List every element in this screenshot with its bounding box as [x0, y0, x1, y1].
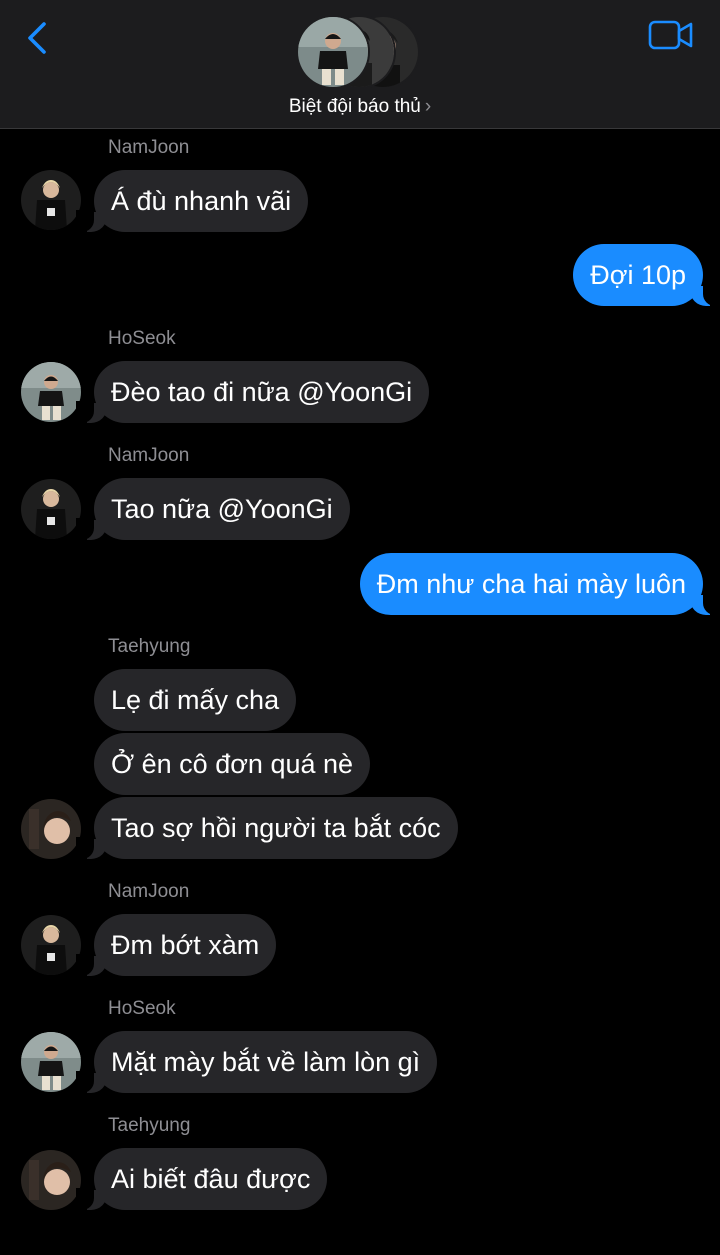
chevron-left-icon: [28, 22, 46, 54]
video-camera-icon: [648, 20, 693, 50]
message-bubble-incoming[interactable]: Tao sợ hồi người ta bắt cóc: [76, 797, 458, 859]
group-name-text: Biệt đội báo thủ: [288, 96, 421, 117]
sender-name: HoSeok: [108, 328, 176, 349]
avatar-taehyung: [21, 1150, 81, 1210]
message-bubble-incoming[interactable]: Ở ên cô đơn quá nè: [94, 733, 371, 795]
group-name[interactable]: Biệt đội báo thủ ›: [0, 96, 720, 118]
avatar-taehyung: [21, 799, 81, 859]
message-text: Ai biết đâu được: [111, 1164, 311, 1194]
message-bubble-incoming[interactable]: Tao nữa @YoonGi: [76, 478, 350, 540]
video-call-button[interactable]: [648, 18, 694, 52]
message-text: Ở ên cô đơn quá nè: [111, 749, 354, 779]
sender-name: Taehyung: [108, 1115, 191, 1136]
message-text: Mặt mày bắt về làm lòn gì: [111, 1047, 421, 1077]
member-avatar: [296, 15, 370, 89]
message-text: Đm như cha hai mày luôn: [376, 569, 686, 599]
message-text: Lẹ đi mấy cha: [111, 685, 280, 715]
message-bubble-outgoing[interactable]: Đm như cha hai mày luôn: [359, 553, 720, 615]
chat-header: Biệt đội báo thủ ›: [0, 0, 720, 129]
message-bubble-outgoing[interactable]: Đợi 10p: [573, 244, 720, 306]
message-bubble-incoming[interactable]: Lẹ đi mấy cha: [94, 669, 297, 731]
sender-name: HoSeok: [108, 998, 176, 1019]
message-bubble-incoming[interactable]: Đèo tao đi nữa @YoonGi: [75, 361, 430, 423]
avatar-namjoon: [21, 915, 81, 975]
message-bubble-incoming[interactable]: Á đù nhanh vãi: [75, 170, 309, 232]
message-text: Đợi 10p: [590, 260, 686, 290]
sender-name: Taehyung: [108, 636, 191, 657]
sender-name: NamJoon: [108, 137, 190, 158]
chevron-right-icon: ›: [424, 96, 432, 117]
message-bubble-incoming[interactable]: Ai biết đâu được: [75, 1148, 328, 1210]
message-text: Đm bớt xàm: [111, 930, 260, 960]
avatar-hoseok: [21, 1032, 81, 1092]
avatar-namjoon: [21, 479, 81, 539]
sender-name: NamJoon: [108, 881, 190, 902]
message-text: Á đù nhanh vãi: [111, 186, 292, 216]
avatar-namjoon: [21, 170, 81, 230]
sender-name: NamJoon: [108, 445, 190, 466]
avatar-hoseok: [21, 362, 81, 422]
message-text: Tao nữa @YoonGi: [111, 494, 333, 524]
message-bubble-incoming[interactable]: Đm bớt xàm: [75, 914, 277, 976]
message-bubble-incoming[interactable]: Mặt mày bắt về làm lòn gì: [75, 1031, 438, 1093]
group-avatar-stack[interactable]: [296, 15, 426, 89]
back-button[interactable]: [22, 20, 54, 56]
message-text: Đèo tao đi nữa @YoonGi: [111, 377, 413, 407]
message-text: Tao sợ hồi người ta bắt cóc: [111, 813, 441, 843]
